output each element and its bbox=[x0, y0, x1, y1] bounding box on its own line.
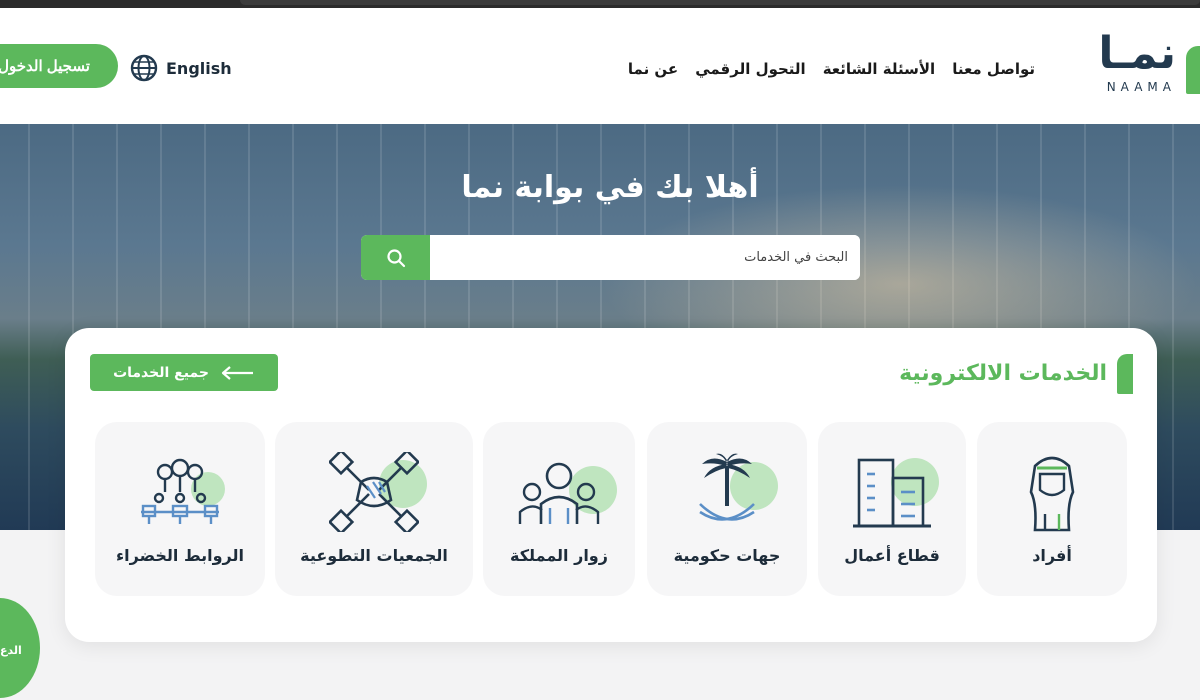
section-title: الخدمات الالكترونية bbox=[899, 361, 1107, 386]
service-tile-government[interactable]: جهات حكومية bbox=[647, 422, 807, 596]
search-input[interactable] bbox=[430, 235, 860, 280]
individual-icon bbox=[1029, 456, 1075, 532]
e-services-card: الخدمات الالكترونية جميع الخدمات أفراد ق… bbox=[65, 328, 1157, 642]
service-label: الجمعيات التطوعية bbox=[300, 546, 448, 565]
service-label: أفراد bbox=[1032, 546, 1072, 565]
browser-top-strip bbox=[0, 0, 1200, 8]
naama-logo[interactable]: نمـا NAAMA bbox=[1070, 28, 1200, 104]
all-services-button[interactable]: جميع الخدمات bbox=[90, 354, 278, 391]
service-tile-business[interactable]: قطاع أعمال bbox=[818, 422, 966, 596]
hands-icon bbox=[329, 452, 419, 532]
section-title-mark bbox=[1117, 354, 1133, 394]
service-tile-visitors[interactable]: زوار المملكة bbox=[483, 422, 635, 596]
globe-icon bbox=[130, 54, 158, 82]
service-tile-associations[interactable]: الجمعيات التطوعية bbox=[275, 422, 473, 596]
help-chat-button[interactable]: الدع bbox=[0, 598, 40, 698]
service-label: زوار المملكة bbox=[510, 546, 608, 565]
service-label: قطاع أعمال bbox=[844, 546, 940, 565]
service-tile-green-links[interactable]: الروابط الخضراء bbox=[95, 422, 265, 596]
green-links-icon bbox=[141, 458, 219, 524]
nav-faq[interactable]: الأسئلة الشائعة bbox=[823, 60, 936, 78]
language-switch[interactable]: English bbox=[130, 52, 232, 84]
nav-digital-transformation[interactable]: التحول الرقمي bbox=[695, 60, 806, 78]
main-nav: عن نما التحول الرقمي الأسئلة الشائعة توا… bbox=[628, 60, 1035, 78]
nav-contact[interactable]: تواصل معنا bbox=[952, 60, 1035, 78]
logo-latin-text: NAAMA bbox=[1106, 80, 1176, 94]
site-header: نمـا NAAMA عن نما التحول الرقمي الأسئلة … bbox=[0, 8, 1200, 124]
arrow-left-icon bbox=[221, 365, 253, 380]
help-label: الدع bbox=[0, 644, 22, 657]
login-button[interactable]: تسجيل الدخول bbox=[0, 44, 118, 88]
building-icon bbox=[853, 458, 931, 528]
search-icon bbox=[386, 248, 405, 267]
logo-leaf-mark bbox=[1186, 46, 1200, 94]
palm-swords-icon bbox=[699, 453, 755, 521]
logo-arabic-text: نمـا bbox=[1098, 28, 1176, 79]
nav-about[interactable]: عن نما bbox=[628, 60, 678, 78]
all-services-label: جميع الخدمات bbox=[113, 364, 209, 381]
service-search bbox=[361, 235, 860, 280]
hero-title: أهلا بك في بوابة نما bbox=[461, 170, 759, 205]
search-button[interactable] bbox=[361, 235, 430, 280]
service-tile-individuals[interactable]: أفراد bbox=[977, 422, 1127, 596]
language-label: English bbox=[166, 58, 232, 78]
visitors-icon bbox=[518, 462, 600, 524]
service-label: جهات حكومية bbox=[673, 546, 781, 565]
service-label: الروابط الخضراء bbox=[116, 546, 244, 565]
